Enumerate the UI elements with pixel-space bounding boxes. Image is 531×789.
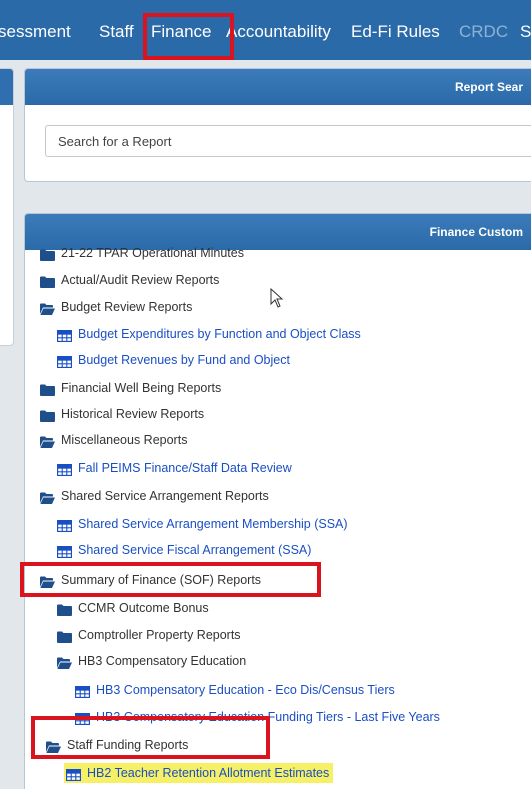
nav-item-more[interactable]: S bbox=[520, 22, 531, 42]
table-icon bbox=[56, 354, 73, 369]
folder-icon bbox=[57, 629, 72, 643]
tree-folder[interactable]: Financial Well Being Reports bbox=[40, 378, 221, 398]
nav-item-finance[interactable]: Finance bbox=[151, 22, 211, 42]
tree-label: Fall PEIMS Finance/Staff Data Review bbox=[78, 461, 292, 475]
top-nav: sessment Staff Finance Accountability Ed… bbox=[0, 0, 531, 60]
tree-report-link[interactable]: Budget Expenditures by Function and Obje… bbox=[56, 324, 361, 344]
tree-report-link[interactable]: Shared Service Fiscal Arrangement (SSA) bbox=[56, 540, 312, 560]
table-icon bbox=[74, 684, 91, 699]
folder-open-icon bbox=[40, 434, 55, 448]
tree-folder[interactable]: Comptroller Property Reports bbox=[57, 625, 241, 645]
tree-folder[interactable]: Summary of Finance (SOF) Reports bbox=[40, 570, 261, 590]
tree-label: 21-22 TPAR Operational Minutes bbox=[61, 246, 244, 260]
tree-label: HB3 Compensatory Education Funding Tiers… bbox=[96, 710, 440, 724]
tree-folder[interactable]: Actual/Audit Review Reports bbox=[40, 270, 219, 290]
folder-open-icon bbox=[40, 574, 55, 588]
tree-folder[interactable]: HB3 Compensatory Education bbox=[57, 651, 246, 671]
tree-label: Shared Service Fiscal Arrangement (SSA) bbox=[78, 543, 312, 557]
tree-label: Shared Service Arrangement Membership (S… bbox=[78, 517, 348, 531]
tree-report-link[interactable]: HB3 Compensatory Education - Eco Dis/Cen… bbox=[74, 680, 395, 700]
tree-label: Historical Review Reports bbox=[61, 407, 205, 421]
tree-label: Miscellaneous Reports bbox=[61, 433, 188, 447]
tree-folder[interactable]: CCMR Outcome Bonus bbox=[57, 598, 209, 618]
report-search-input[interactable] bbox=[45, 125, 531, 157]
tree-label: Summary of Finance (SOF) Reports bbox=[61, 573, 262, 587]
tree-label: Financial Well Being Reports bbox=[61, 381, 222, 395]
folder-icon bbox=[40, 408, 55, 422]
tree-report-link[interactable]: Fall PEIMS Finance/Staff Data Review bbox=[56, 458, 292, 478]
table-icon bbox=[74, 711, 91, 726]
tree-label: Budget Expenditures by Function and Obje… bbox=[78, 327, 361, 341]
tree-label: HB3 Compensatory Education - Eco Dis/Cen… bbox=[96, 683, 395, 697]
report-search-header: Report Sear bbox=[25, 69, 531, 105]
folder-open-icon bbox=[40, 490, 55, 504]
folder-icon bbox=[40, 382, 55, 396]
tree-label: Actual/Audit Review Reports bbox=[61, 273, 220, 287]
folder-icon bbox=[40, 247, 55, 261]
folder-icon bbox=[57, 602, 72, 616]
mouse-cursor-icon bbox=[270, 288, 284, 308]
tree-label: HB2 Teacher Retention Allotment Estimate… bbox=[87, 766, 330, 780]
tree-label: Shared Service Arrangement Reports bbox=[61, 489, 269, 503]
tree-report-link[interactable]: Shared Service Arrangement Membership (S… bbox=[56, 514, 348, 534]
nav-item-accountability[interactable]: Accountability bbox=[226, 22, 331, 42]
report-search-panel: Report Sear bbox=[24, 68, 531, 182]
folder-open-icon bbox=[46, 739, 61, 753]
tree-report-link[interactable]: HB2 Teacher Retention Allotment Estimate… bbox=[64, 763, 334, 783]
tree-folder[interactable]: Budget Review Reports bbox=[40, 297, 192, 317]
table-icon bbox=[56, 544, 73, 559]
side-panel bbox=[0, 68, 14, 346]
tree-label: HB3 Compensatory Education bbox=[78, 654, 247, 668]
tree-label: Comptroller Property Reports bbox=[78, 628, 241, 642]
tree-folder[interactable]: Miscellaneous Reports bbox=[40, 430, 187, 450]
tree-label: Budget Revenues by Fund and Object bbox=[78, 353, 290, 367]
folder-icon bbox=[40, 274, 55, 288]
nav-item-crdc[interactable]: CRDC bbox=[459, 22, 508, 42]
nav-item-assessment[interactable]: sessment bbox=[0, 22, 71, 42]
tree-report-link[interactable]: HB3 Compensatory Education Funding Tiers… bbox=[74, 707, 440, 727]
tree-folder[interactable]: Historical Review Reports bbox=[40, 404, 204, 424]
tree-folder[interactable]: Shared Service Arrangement Reports bbox=[40, 486, 269, 506]
tree-label: CCMR Outcome Bonus bbox=[78, 601, 209, 615]
tree-label: Staff Funding Reports bbox=[67, 738, 189, 752]
table-icon bbox=[56, 328, 73, 343]
nav-item-staff[interactable]: Staff bbox=[99, 22, 134, 42]
tree-folder[interactable]: Staff Funding Reports bbox=[46, 735, 188, 755]
folder-open-icon bbox=[40, 301, 55, 315]
tree-report-link[interactable]: Budget Revenues by Fund and Object bbox=[56, 350, 290, 370]
tree-label: Budget Review Reports bbox=[61, 300, 193, 314]
table-icon bbox=[56, 518, 73, 533]
folder-open-icon bbox=[57, 655, 72, 669]
side-panel-header bbox=[0, 69, 13, 105]
table-icon bbox=[65, 767, 82, 782]
tree-folder[interactable]: 21-22 TPAR Operational Minutes bbox=[40, 243, 244, 263]
nav-item-ed-fi-rules[interactable]: Ed-Fi Rules bbox=[351, 22, 440, 42]
table-icon bbox=[56, 462, 73, 477]
